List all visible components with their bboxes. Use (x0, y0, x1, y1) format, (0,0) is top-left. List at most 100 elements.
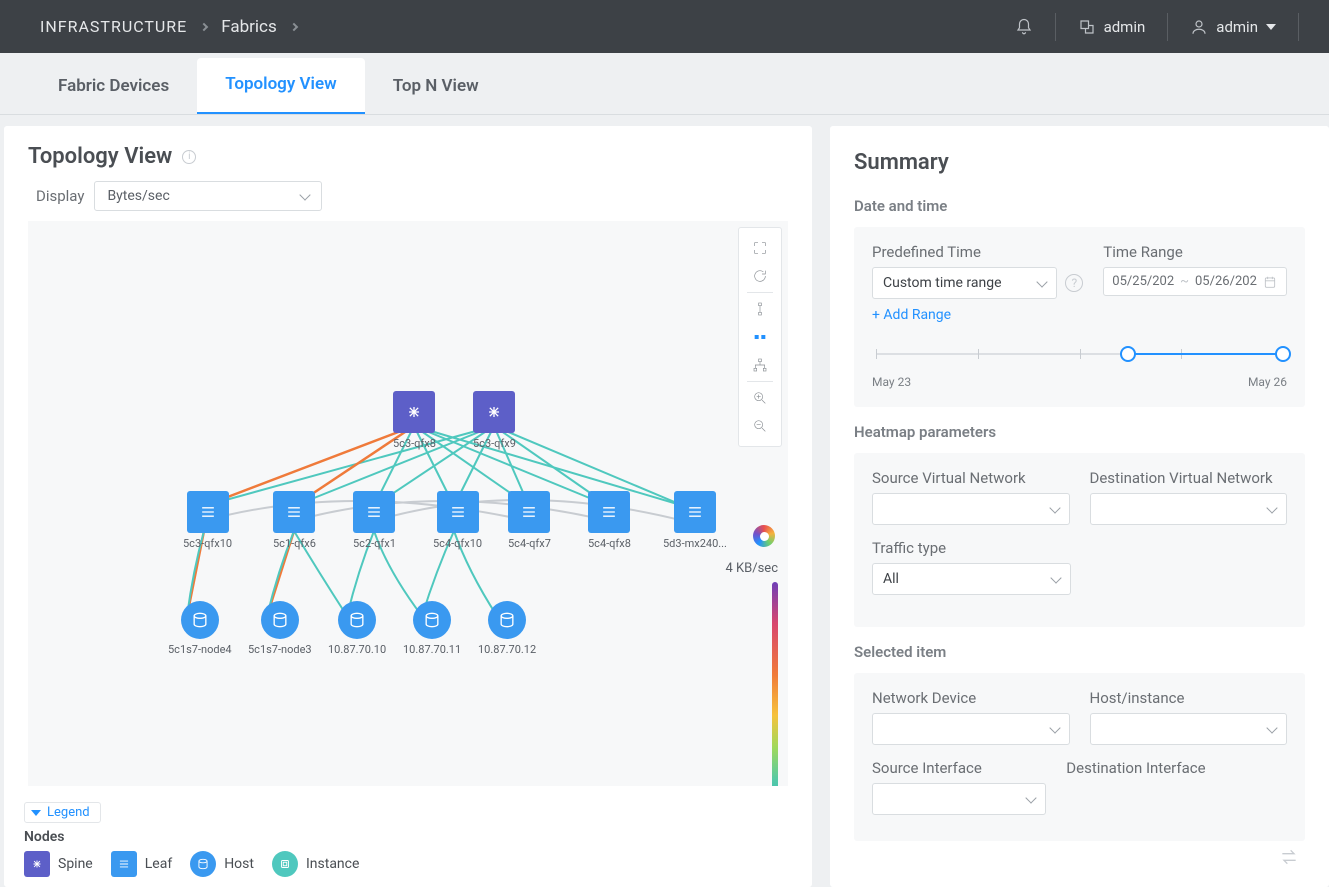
zoom-in-button[interactable] (744, 384, 776, 412)
topology-node[interactable]: 5c4-qfx8 (588, 491, 631, 550)
predef-time-label: Predefined Time (872, 243, 1083, 261)
chevron-down-icon (1266, 722, 1277, 733)
node-label: 5d3-mx240... (663, 537, 727, 550)
layout-tree-button[interactable] (744, 351, 776, 379)
fullscreen-button[interactable] (744, 234, 776, 262)
chevron-right-icon (200, 22, 208, 30)
topology-node[interactable]: 5c1-qfx6 (273, 491, 316, 550)
swap-icon[interactable] (1279, 847, 1299, 867)
slider-knob-end[interactable] (1275, 346, 1291, 362)
color-wheel-icon[interactable] (753, 525, 775, 547)
user-name: admin (1216, 18, 1258, 36)
topology-canvas[interactable]: 4 KB/sec 0 Bytes/sec (28, 221, 788, 786)
chevron-down-icon (1026, 792, 1037, 803)
chevron-down-icon (1049, 502, 1060, 513)
node-label: 5c1s7-node3 (248, 643, 312, 656)
app-header: INFRASTRUCTURE Fabrics admin admin (0, 0, 1329, 53)
info-icon[interactable]: i (182, 150, 196, 164)
chevron-down-icon (300, 189, 311, 200)
selected-section-title: Selected item (854, 643, 1305, 661)
predef-time-select[interactable]: Custom time range (872, 267, 1057, 299)
topology-node[interactable]: 5c3-qfx8 (393, 391, 436, 450)
node-label: 5c3-qfx9 (473, 437, 516, 450)
topology-node[interactable]: 5c1s7-node3 (248, 601, 312, 656)
legend: Legend Nodes Spine Leaf Host (4, 796, 812, 887)
user-icon (1190, 18, 1208, 36)
add-range-link[interactable]: + Add Range (872, 307, 1083, 323)
node-label: 5c1s7-node4 (168, 643, 232, 656)
layout-vertical-button[interactable] (744, 295, 776, 323)
topology-node[interactable]: 5d3-mx240... (663, 491, 727, 550)
predef-time-value: Custom time range (883, 275, 1002, 291)
breadcrumb-fabrics[interactable]: Fabrics (221, 17, 276, 37)
chevron-down-icon (1037, 276, 1048, 287)
time-slider[interactable] (876, 341, 1283, 369)
topology-node[interactable]: 5c4-qfx7 (508, 491, 551, 550)
bell-icon[interactable] (1015, 18, 1033, 36)
topology-node[interactable]: 10.87.70.11 (403, 601, 461, 656)
zoom-out-button[interactable] (744, 412, 776, 440)
dst-vn-select[interactable] (1090, 493, 1288, 525)
topology-node[interactable]: 5c1s7-node4 (168, 601, 232, 656)
traffic-type-label: Traffic type (872, 539, 1071, 557)
chevron-down-icon (1266, 24, 1276, 30)
slider-label-to: May 26 (1248, 375, 1287, 389)
topology-node[interactable]: 5c3-qfx10 (183, 491, 232, 550)
time-range-label: Time Range (1103, 243, 1287, 261)
chevron-down-icon (31, 810, 41, 816)
display-label: Display (36, 187, 84, 205)
heatmap-panel: Source Virtual Network Destination Virtu… (854, 453, 1305, 627)
summary-panel: Summary Date and time Predefined Time Cu… (830, 126, 1329, 887)
topology-node[interactable]: 10.87.70.12 (478, 601, 536, 656)
chevron-down-icon (1049, 722, 1060, 733)
breadcrumb-root[interactable]: INFRASTRUCTURE (40, 17, 187, 36)
topology-node[interactable]: 5c2-qfx1 (353, 491, 396, 550)
user-menu[interactable]: admin (1190, 18, 1276, 36)
summary-title: Summary (854, 150, 1305, 175)
chevron-down-icon (1051, 572, 1062, 583)
chevron-down-icon (1266, 502, 1277, 513)
node-label: 10.87.70.10 (328, 643, 386, 656)
tab-top-n-view[interactable]: Top N View (365, 60, 507, 114)
node-label: 5c4-qfx7 (508, 537, 551, 550)
selected-panel: Network Device Host/instance Source Inte… (854, 673, 1305, 841)
src-if-label: Source Interface (872, 759, 1046, 777)
legend-toggle[interactable]: Legend (24, 802, 101, 823)
traffic-type-select[interactable]: All (872, 563, 1071, 595)
src-if-select[interactable] (872, 783, 1046, 815)
layout-grid-button[interactable] (744, 323, 776, 351)
range-to: 05/26/202 (1195, 274, 1257, 289)
topology-node[interactable]: 10.87.70.10 (328, 601, 386, 656)
topology-node[interactable]: 5c3-qfx9 (473, 391, 516, 450)
tab-topology-view[interactable]: Topology View (197, 58, 365, 114)
refresh-button[interactable] (744, 262, 776, 290)
src-vn-select[interactable] (872, 493, 1070, 525)
legend-item-spine: Spine (24, 851, 93, 877)
scale-max: 4 KB/sec (710, 561, 778, 576)
datetime-section-title: Date and time (854, 197, 1305, 215)
dst-vn-label: Destination Virtual Network (1090, 469, 1288, 487)
scale-bar (772, 582, 778, 786)
tenant-menu[interactable]: admin (1078, 18, 1146, 36)
topology-node[interactable]: 5c4-qfx10 (433, 491, 482, 550)
calendar-icon (1263, 275, 1277, 289)
legend-item-host: Host (190, 851, 254, 877)
node-label: 5c4-qfx8 (588, 537, 631, 550)
display-select[interactable]: Bytes/sec (94, 181, 322, 211)
tenant-icon (1078, 18, 1096, 36)
host-inst-select[interactable] (1090, 713, 1288, 745)
slider-knob-start[interactable] (1120, 346, 1136, 362)
traffic-type-value: All (883, 571, 899, 587)
help-icon[interactable]: ? (1065, 274, 1083, 292)
legend-item-instance: Instance (272, 851, 359, 877)
heatmap-scale: 4 KB/sec 0 Bytes/sec (710, 561, 778, 786)
node-label: 5c4-qfx10 (433, 537, 482, 550)
tab-fabric-devices[interactable]: Fabric Devices (30, 60, 197, 114)
time-range-picker[interactable]: 05/25/202 ~ 05/26/202 (1103, 267, 1287, 296)
legend-label: Legend (47, 805, 90, 820)
legend-nodes-title: Nodes (24, 829, 792, 845)
net-device-select[interactable] (872, 713, 1070, 745)
net-device-label: Network Device (872, 689, 1070, 707)
slider-label-from: May 23 (872, 375, 911, 389)
canvas-toolbar (738, 227, 782, 447)
